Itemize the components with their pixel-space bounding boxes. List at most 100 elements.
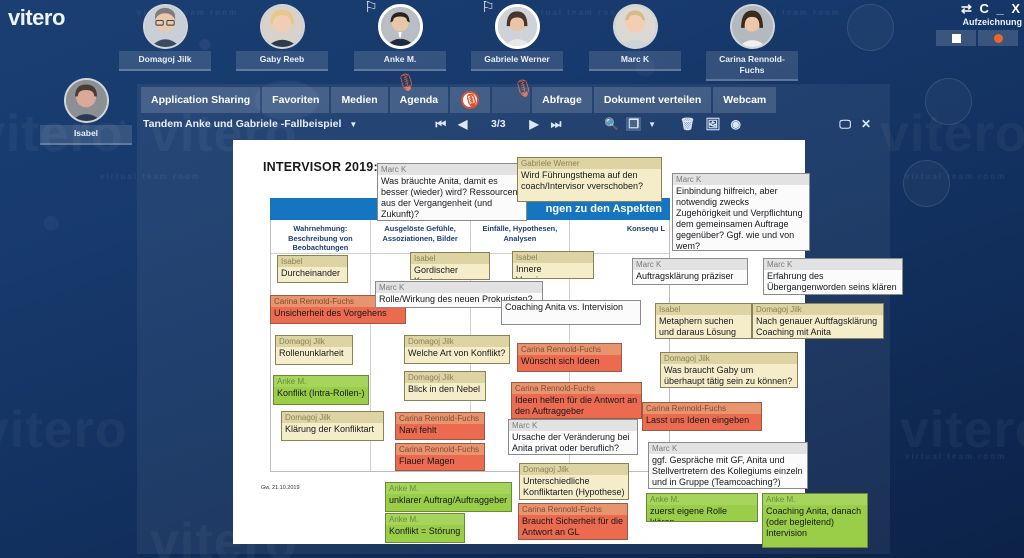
sticky-note-author: Domagoj Jilk — [405, 336, 509, 348]
image-add-icon[interactable]: 🖼 — [702, 117, 723, 131]
participant-slot-empty[interactable] — [903, 160, 950, 207]
sticky-note[interactable]: Domagoj Jilk Blick in den Nebel — [404, 371, 486, 401]
sticky-note-author: Domagoj Jilk — [753, 304, 883, 316]
tab-favoriten[interactable]: Favoriten — [262, 87, 330, 113]
sticky-note[interactable]: Carina Rennold-Fuchs Lasst uns Ideen eing… — [642, 402, 762, 431]
avatar — [377, 4, 423, 49]
tab-webcam[interactable]: Webcam — [713, 87, 777, 113]
document-toolbar: Tandem Anke und Gabriele -Fallbeispiel ▼… — [137, 113, 890, 135]
participant-name: Domagoj Jilk — [119, 51, 211, 71]
sticky-note[interactable]: Marc Kggf. Gespräche mit GF, Anita und S… — [648, 442, 808, 489]
window-stack-icon[interactable]: ❐ — [626, 117, 642, 131]
sticky-note-author: Carina Rennold-Fuchs — [518, 344, 621, 356]
tab-application-sharing[interactable]: Application Sharing — [141, 87, 261, 113]
sticky-note[interactable]: Domagoj Jilk Unterschiedliche Konfliktart… — [519, 463, 629, 500]
sticky-note-author: Marc K — [378, 164, 526, 176]
sticky-note[interactable]: Domagoj Jilk Rollenunklarheit — [275, 335, 353, 365]
participant-gabriele-werner[interactable]: ⚐ Gabriele Werner 🎙 — [471, 0, 563, 98]
sticky-note[interactable]: Anke M. Konflikt = Störung — [385, 513, 465, 543]
tab-medien[interactable]: Medien — [331, 87, 388, 113]
participant-slot-empty[interactable] — [847, 4, 894, 51]
presentation-icon[interactable]: ◉ — [728, 117, 744, 131]
sticky-note-text: Ursache der Veränderung bei Anita privat… — [512, 432, 630, 454]
sticky-note[interactable]: Anke M. Konflikt (Intra-Rollen-) — [273, 375, 369, 405]
sticky-note-author: Isabel — [411, 253, 489, 265]
sticky-note-text: Metaphern suchen und daraus Lösung kreie… — [659, 316, 737, 338]
document-title[interactable]: Tandem Anke und Gabriele -Fallbeispiel — [143, 118, 341, 130]
participant-carina-rennold-fuchs[interactable]: Carina Rennold-Fuchs — [706, 4, 798, 82]
sticky-note[interactable]: IsabelGordischer Knoten — [410, 252, 490, 280]
participant-isabel[interactable]: Isabel — [40, 78, 132, 145]
participant-anke-m[interactable]: ⚐ Anke M. 🎙 — [354, 0, 446, 92]
sticky-note[interactable]: Carina Rennold-Fuchs Braucht Sicherheit f… — [518, 503, 628, 540]
vitero-logo: vitero — [8, 5, 65, 30]
sticky-note[interactable]: Domagoj Jilk Klärung der Konfliktart — [281, 411, 384, 441]
sticky-note[interactable]: Domagoj Jilk Nach genauer Auftfagsklärung… — [752, 303, 884, 339]
sticky-note-text: Konflikt (Intra-Rollen-) — [277, 388, 365, 399]
tab-abfrage[interactable]: Abfrage — [532, 87, 592, 113]
close-icon[interactable]: ✕ — [858, 117, 874, 131]
sticky-note[interactable]: Marc K Erfahrung des Übergangenworden sei… — [763, 258, 903, 295]
participant-gaby-reeb[interactable]: Gaby Reeb — [236, 4, 328, 71]
sticky-note[interactable]: Domagoj Jilk Was braucht Gaby um überhaup… — [660, 352, 798, 388]
sticky-note[interactable]: Marc K Was bräuchte Anita, damit es besse… — [377, 163, 527, 221]
sticky-note[interactable]: Anke M. Coaching Anita, danach (oder begl… — [762, 493, 868, 548]
tab-agenda[interactable]: Agenda — [389, 87, 449, 113]
sticky-note-text: Wird Führungsthema auf den coach/Intervi… — [521, 170, 644, 192]
sticky-note-author: Marc K — [509, 420, 637, 432]
stop-recording-button[interactable] — [936, 30, 976, 46]
participant-domagoj-jilk[interactable]: Domagoj Jilk — [119, 4, 211, 71]
sticky-note[interactable]: Gabriele Werner Wird Führungsthema auf de… — [517, 157, 662, 202]
sticky-note[interactable]: Anke M.zuerst eigene Rolle klären — [646, 493, 758, 522]
sticky-note-text: Klärung der Konfliktart — [285, 424, 375, 435]
avatar-photo — [614, 6, 656, 47]
sticky-note[interactable]: Marc K Auftragsklärung präziser — [632, 258, 748, 285]
next-page-button[interactable]: ▶ — [525, 117, 542, 131]
last-page-button[interactable]: ⏭ — [547, 117, 566, 132]
participant-slot-empty[interactable] — [925, 78, 972, 125]
sticky-note[interactable]: Marc K Einbindung hilfreich, aber notwend… — [672, 173, 810, 251]
sticky-note[interactable]: Coaching Anita vs. Intervision — [501, 300, 641, 325]
projector-icon[interactable]: 🖵 — [836, 117, 854, 132]
sticky-note-text: Coaching Anita vs. Intervision — [505, 302, 624, 312]
avatar — [494, 4, 540, 49]
sticky-note-text: Was braucht Gaby um überhaupt tätig sein… — [664, 365, 793, 387]
sticky-note[interactable]: Carina Rennold-Fuchs Navi fehlt — [395, 412, 485, 440]
sticky-note-author: Carina Rennold-Fuchs — [519, 504, 627, 516]
sticky-note[interactable]: Domagoj Jilk Welche Art von Konflikt? — [404, 335, 510, 364]
dropdown-caret-icon[interactable]: ▼ — [645, 120, 659, 129]
tab-dokument-verteilen[interactable]: Dokument verteilen — [593, 87, 712, 113]
sticky-note-text: Unsicherheit des Vorgehens — [274, 308, 387, 319]
sticky-note-text: Durcheinander — [281, 268, 341, 279]
sticky-note[interactable]: Carina Rennold-Fuchs Flauer Magen — [395, 443, 485, 471]
sticky-note[interactable]: Marc K Ursache der Veränderung bei Anita … — [508, 419, 638, 455]
avatar — [142, 4, 188, 49]
sticky-note-author: Isabel — [513, 252, 593, 264]
sticky-note-text: Wünscht sich Ideen — [521, 356, 600, 367]
start-recording-button[interactable] — [978, 30, 1018, 46]
sticky-note[interactable]: Carina Rennold-Fuchs Wünscht sich Ideen — [517, 343, 622, 372]
window-control-glyphs[interactable]: ⇄ C _ X — [936, 2, 1022, 16]
document-heading: INTERVISOR 2019: — [263, 160, 378, 174]
sticky-note[interactable]: Isabel Durcheinander — [277, 255, 348, 283]
trash-icon[interactable]: 🗑 — [677, 117, 698, 131]
chevron-down-icon[interactable]: ▼ — [349, 120, 357, 129]
sticky-note-text: Gordischer Knoten — [414, 265, 459, 279]
prev-page-button[interactable]: ◀ — [454, 117, 471, 131]
sticky-note-author: Anke M. — [386, 483, 511, 495]
sticky-note-author: Carina Rennold-Fuchs — [396, 413, 484, 425]
first-page-button[interactable]: ⏮ — [431, 117, 450, 132]
sticky-note[interactable]: IsabelInnere Verwirrrung — [512, 251, 594, 279]
sticky-note-text: Unterschiedliche Konfliktarten (Hypothes… — [523, 476, 625, 498]
avatar-photo — [261, 6, 303, 47]
stop-square-icon — [951, 33, 961, 43]
sticky-note[interactable]: Isabel Metaphern suchen und daraus Lösung… — [655, 303, 752, 339]
microphone-toggle-button[interactable]: 🎙 — [450, 87, 491, 113]
participant-name: Marc K — [589, 51, 681, 71]
sticky-note-text: Flauer Magen — [399, 456, 455, 467]
search-icon[interactable]: 🔍 — [601, 117, 622, 131]
sticky-note-text: Navi fehlt — [399, 425, 437, 436]
sticky-note[interactable]: Anke M. unklarer Auftrag/Auftraggeber — [385, 482, 512, 512]
sticky-note[interactable]: Carina Rennold-Fuchs Ideen helfen für die… — [511, 382, 642, 419]
participant-marc-k[interactable]: Marc K — [589, 4, 681, 71]
